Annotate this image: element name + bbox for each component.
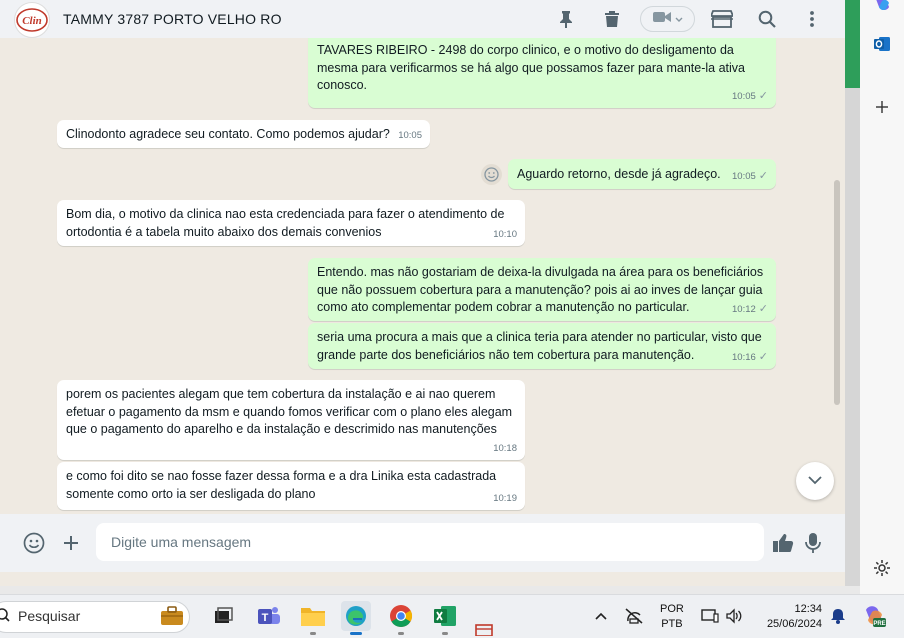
message-meta: 10:18 xyxy=(493,440,517,458)
sent-check-icon: ✓ xyxy=(758,302,768,315)
chevron-up-icon[interactable] xyxy=(595,607,607,623)
message-bubble-outgoing[interactable]: Aguardo retorno, desde já agradeço. 10:0… xyxy=(508,159,776,189)
app-icon-partial[interactable] xyxy=(474,623,494,637)
shop-icon[interactable] xyxy=(710,7,734,31)
search-icon xyxy=(0,608,10,625)
message-time: 10:12 xyxy=(732,303,756,315)
message-meta: 10:16 ✓ xyxy=(732,349,768,367)
copilot-icon[interactable]: PRE xyxy=(861,603,887,629)
menu-dots-icon[interactable] xyxy=(800,7,824,31)
sent-check-icon: ✓ xyxy=(758,350,768,363)
message-bubble-outgoing[interactable]: seria uma procura a mais que a clinica t… xyxy=(308,323,776,369)
windows-taskbar: Pesquisar T POR PTB 12:34 25/06/2024 PRE xyxy=(0,594,904,638)
system-clock[interactable]: 12:34 25/06/2024 xyxy=(756,602,822,632)
message-meta: 10:05 xyxy=(398,127,422,145)
teams-icon[interactable]: T xyxy=(254,601,284,631)
svg-text:Clin: Clin xyxy=(22,15,42,27)
message-input[interactable] xyxy=(96,523,764,561)
message-composer xyxy=(0,514,845,572)
video-camera-icon xyxy=(652,10,671,28)
message-meta: 10:05 ✓ xyxy=(732,88,768,106)
copilot-icon[interactable] xyxy=(872,0,892,14)
message-time: 10:16 xyxy=(732,351,756,363)
language-code: POR xyxy=(660,603,684,615)
message-text: Aguardo retorno, desde já agradeço. xyxy=(517,167,721,181)
display-icon[interactable] xyxy=(700,606,720,626)
message-time: 10:10 xyxy=(493,228,517,240)
edge-icon[interactable] xyxy=(341,601,371,635)
message-list[interactable]: TAVARES RIBEIRO - 2498 do corpo clinico,… xyxy=(0,38,845,514)
running-indicator xyxy=(310,632,316,635)
message-text: Clinodonto agradece seu contato. Como po… xyxy=(66,127,390,141)
message-text: seria uma procura a mais que a clinica t… xyxy=(317,330,762,362)
add-icon[interactable] xyxy=(872,97,892,117)
plus-icon[interactable] xyxy=(58,530,84,556)
message-meta: 10:12 ✓ xyxy=(732,301,768,319)
message-time: 10:05 xyxy=(732,170,756,182)
message-bubble-incoming[interactable]: Bom dia, o motivo da clinica nao esta cr… xyxy=(57,200,525,246)
message-meta: 10:19 xyxy=(493,490,517,508)
message-time: 10:19 xyxy=(493,492,517,504)
briefcase-icon[interactable] xyxy=(157,601,187,631)
avatar[interactable]: Clin xyxy=(14,2,50,38)
chrome-icon[interactable] xyxy=(386,601,416,635)
message-bubble-incoming[interactable]: porem os pacientes alegam que tem cobert… xyxy=(57,380,525,460)
clock-date: 25/06/2024 xyxy=(766,618,822,630)
running-indicator xyxy=(398,632,404,635)
message-text: Entendo. mas não gostariam de deixa-la d… xyxy=(317,265,764,314)
message-meta: 10:05 ✓ xyxy=(732,168,768,186)
chevron-down-icon xyxy=(808,472,822,490)
notification-bell-icon[interactable] xyxy=(828,606,848,626)
keyboard-layout: PTB xyxy=(661,618,683,630)
outlook-icon[interactable] xyxy=(872,34,892,54)
chat-window: Clin TAMMY 3787 PORTO VELHO RO TAVARES R… xyxy=(0,0,845,586)
scroll-to-bottom-button[interactable] xyxy=(796,462,834,500)
sent-check-icon: ✓ xyxy=(758,89,768,102)
message-text: e como foi dito se nao fosse fazer dessa… xyxy=(66,469,497,501)
browser-side-panel xyxy=(860,0,904,594)
message-text: porem os pacientes alegam que tem cobert… xyxy=(66,387,513,436)
microphone-icon[interactable] xyxy=(800,530,826,556)
video-call-button[interactable] xyxy=(640,6,695,32)
sent-check-icon: ✓ xyxy=(758,169,768,182)
scrollbar[interactable] xyxy=(834,180,840,405)
emoji-icon[interactable] xyxy=(21,530,47,556)
reaction-emoji-icon[interactable] xyxy=(481,164,502,185)
message-time: 10:05 xyxy=(398,129,422,141)
pin-icon[interactable] xyxy=(554,7,578,31)
message-time: 10:05 xyxy=(732,90,756,102)
thumbs-up-icon[interactable] xyxy=(770,530,796,556)
message-text: TAVARES RIBEIRO - 2498 do corpo clinico,… xyxy=(317,43,745,92)
message-meta: 10:10 xyxy=(493,226,517,244)
message-bubble-incoming[interactable]: Clinodonto agradece seu contato. Como po… xyxy=(57,120,430,148)
file-explorer-icon[interactable] xyxy=(298,601,328,635)
trash-icon[interactable] xyxy=(600,7,624,31)
svg-text:PRE: PRE xyxy=(873,621,885,627)
volume-icon[interactable] xyxy=(724,606,744,626)
message-time: 10:18 xyxy=(493,442,517,454)
chat-header: Clin TAMMY 3787 PORTO VELHO RO xyxy=(0,0,845,38)
scroll-accent-bar xyxy=(845,0,860,88)
clock-time: 12:34 xyxy=(794,603,822,615)
network-disconnected-icon[interactable] xyxy=(624,606,644,626)
chevron-down-icon xyxy=(675,10,683,28)
task-view-icon[interactable] xyxy=(208,601,238,631)
active-indicator xyxy=(350,632,362,635)
side-gutter xyxy=(845,88,860,586)
message-bubble-incoming[interactable]: e como foi dito se nao fosse fazer dessa… xyxy=(57,462,525,510)
language-indicator[interactable]: POR PTB xyxy=(660,602,684,632)
settings-icon[interactable] xyxy=(872,558,892,578)
contact-name[interactable]: TAMMY 3787 PORTO VELHO RO xyxy=(63,11,282,27)
message-text: Bom dia, o motivo da clinica nao esta cr… xyxy=(66,207,505,239)
running-indicator xyxy=(442,632,448,635)
message-bubble-outgoing[interactable]: Entendo. mas não gostariam de deixa-la d… xyxy=(308,258,776,321)
excel-icon[interactable] xyxy=(430,601,460,635)
search-icon[interactable] xyxy=(755,7,779,31)
message-bubble-outgoing[interactable]: TAVARES RIBEIRO - 2498 do corpo clinico,… xyxy=(308,38,776,108)
taskbar-search-label: Pesquisar xyxy=(18,608,81,624)
svg-text:T: T xyxy=(262,612,269,624)
